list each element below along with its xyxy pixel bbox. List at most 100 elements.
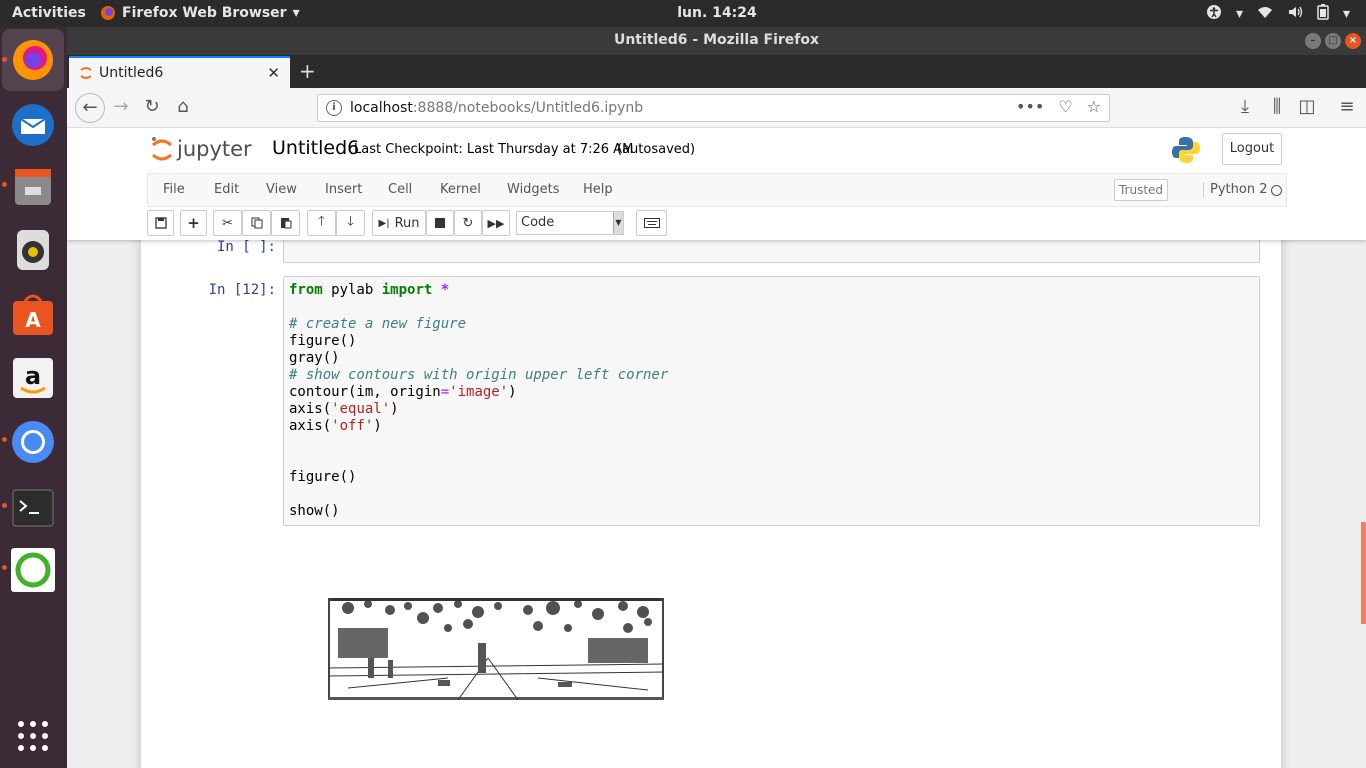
arrow-down-icon: 🡓 <box>347 214 354 229</box>
window-titlebar[interactable]: Untitled6 - Mozilla Firefox – □ × <box>67 27 1366 55</box>
tab-bar: Untitled6 ✕ + <box>67 55 1366 88</box>
volume-icon[interactable] <box>1287 4 1303 24</box>
input-prompt: In [12]: <box>208 282 276 298</box>
tab-untitled6[interactable]: Untitled6 ✕ <box>69 56 290 88</box>
paste-button[interactable] <box>271 210 300 236</box>
dock-anaconda[interactable] <box>8 545 58 595</box>
home-icon[interactable]: ⌂ <box>171 96 195 120</box>
dock-files[interactable] <box>8 162 58 212</box>
move-up-button[interactable]: 🡑 <box>307 210 336 236</box>
chromium-icon <box>12 421 54 463</box>
dock-rhythmbox[interactable] <box>8 225 58 275</box>
command-palette-button[interactable] <box>636 210 667 236</box>
back-button[interactable]: ← <box>75 93 105 123</box>
notebook-container: In [ ]: In [12]: from pylab import * # c… <box>141 221 1281 768</box>
close-tab-icon[interactable]: ✕ <box>267 64 280 82</box>
menu-insert[interactable]: Insert <box>325 182 362 197</box>
restart-button[interactable]: ↻ <box>454 210 482 236</box>
dock-chromium[interactable] <box>8 417 58 467</box>
kernel-status-indicator-icon <box>1271 185 1282 196</box>
run-button[interactable]: ▶| Run <box>372 210 426 236</box>
reload-button[interactable]: ↻ <box>140 96 164 120</box>
code-editor[interactable]: from pylab import * # create a new figur… <box>284 277 1259 525</box>
software-center-icon: A <box>13 294 53 335</box>
chevron-down-icon[interactable]: ▾ <box>1343 6 1350 22</box>
interrupt-button[interactable] <box>426 210 454 236</box>
page-content: jupyter Untitled6 Last Checkpoint: Last … <box>67 129 1366 768</box>
page-actions-icon[interactable]: ••• <box>1016 97 1044 116</box>
url-text[interactable]: localhost:8888/notebooks/Untitled6.ipynb <box>350 100 643 116</box>
fast-forward-icon: ▶▶ <box>487 216 505 230</box>
minimize-button[interactable]: – <box>1305 33 1321 49</box>
system-tray[interactable]: ▾ ▾ <box>1206 4 1350 24</box>
jupyter-logo[interactable]: jupyter <box>151 135 259 165</box>
notebook-name[interactable]: Untitled6 <box>272 137 359 159</box>
menu-kernel[interactable]: Kernel <box>440 182 481 197</box>
move-down-button[interactable]: 🡓 <box>336 210 365 236</box>
cell-type-select[interactable]: Code ▼ <box>516 211 624 235</box>
stop-icon <box>435 218 445 228</box>
menu-widgets[interactable]: Widgets <box>507 182 560 197</box>
chevron-down-icon: ▾ <box>292 5 300 21</box>
code-cell[interactable]: from pylab import * # create a new figur… <box>283 276 1260 526</box>
menu-edit[interactable]: Edit <box>214 182 239 197</box>
terminal-icon <box>12 489 54 527</box>
sidebar-icon[interactable]: ◫ <box>1295 96 1319 120</box>
dock: A a <box>0 27 67 768</box>
dock-thunderbird[interactable] <box>8 100 58 150</box>
thunderbird-icon <box>12 104 54 146</box>
maximize-button[interactable]: □ <box>1325 33 1341 49</box>
hamburger-menu-icon[interactable]: ≡ <box>1335 96 1359 120</box>
dock-firefox[interactable] <box>2 29 64 91</box>
restart-run-all-button[interactable]: ▶▶ <box>482 210 510 236</box>
cut-button[interactable]: ✂ <box>213 210 242 236</box>
logout-button[interactable]: Logout <box>1222 133 1282 165</box>
downloads-icon[interactable]: ⤓ <box>1233 96 1257 120</box>
menu-cell[interactable]: Cell <box>388 182 412 197</box>
dock-amazon[interactable]: a <box>8 353 58 403</box>
amazon-icon: a <box>13 358 53 398</box>
tab-label: Untitled6 <box>99 65 164 81</box>
file-manager-icon <box>15 169 51 205</box>
menu-view[interactable]: View <box>266 182 297 197</box>
contour-output-image <box>328 598 664 700</box>
app-menu[interactable]: Firefox Web Browser ▾ <box>100 5 300 21</box>
clock[interactable]: lun. 14:24 <box>660 5 774 21</box>
menu-help[interactable]: Help <box>583 182 613 197</box>
save-icon <box>154 217 167 229</box>
firefox-icon <box>101 6 115 20</box>
save-button[interactable] <box>147 210 174 236</box>
python-logo-icon <box>1172 137 1200 163</box>
firefox-icon <box>13 40 53 80</box>
accessibility-icon[interactable] <box>1206 4 1222 24</box>
menu-file[interactable]: File <box>163 182 185 197</box>
close-window-button[interactable]: × <box>1345 33 1361 49</box>
cell-type-value: Code <box>521 215 555 230</box>
site-info-icon[interactable]: i <box>326 100 342 116</box>
activities-button[interactable]: Activities <box>12 5 86 21</box>
notebook-menubar: File Edit View Insert Cell Kernel Widget… <box>147 173 1287 207</box>
running-indicator <box>2 565 7 570</box>
pocket-icon[interactable]: ♡ <box>1058 97 1072 116</box>
trusted-badge[interactable]: Trusted <box>1114 179 1168 201</box>
wifi-icon[interactable] <box>1257 4 1273 24</box>
bookmark-star-icon[interactable]: ☆ <box>1087 97 1101 116</box>
chevron-down-icon[interactable]: ▾ <box>1236 6 1243 22</box>
library-icon[interactable]: ⫼ <box>1265 96 1289 120</box>
window-title: Untitled6 - Mozilla Firefox <box>613 32 820 48</box>
insert-cell-button[interactable]: + <box>180 210 207 236</box>
battery-icon[interactable] <box>1317 4 1329 24</box>
jupyter-header: jupyter Untitled6 Last Checkpoint: Last … <box>67 129 1366 240</box>
jupyter-logo-text: jupyter <box>176 137 252 161</box>
scrollbar-thumb[interactable] <box>1361 522 1366 624</box>
navigation-toolbar: ← → ↻ ⌂ i localhost:8888/notebooks/Untit… <box>67 88 1366 128</box>
show-applications-button[interactable] <box>8 711 58 761</box>
dock-software[interactable]: A <box>8 290 58 340</box>
new-tab-button[interactable]: + <box>299 59 316 83</box>
copy-button[interactable] <box>242 210 271 236</box>
forward-button[interactable]: → <box>109 96 133 120</box>
url-bar[interactable]: i localhost:8888/notebooks/Untitled6.ipy… <box>317 94 1110 122</box>
keyboard-icon <box>643 218 660 228</box>
chevron-down-icon: ▼ <box>613 212 623 234</box>
dock-terminal[interactable] <box>8 483 58 533</box>
